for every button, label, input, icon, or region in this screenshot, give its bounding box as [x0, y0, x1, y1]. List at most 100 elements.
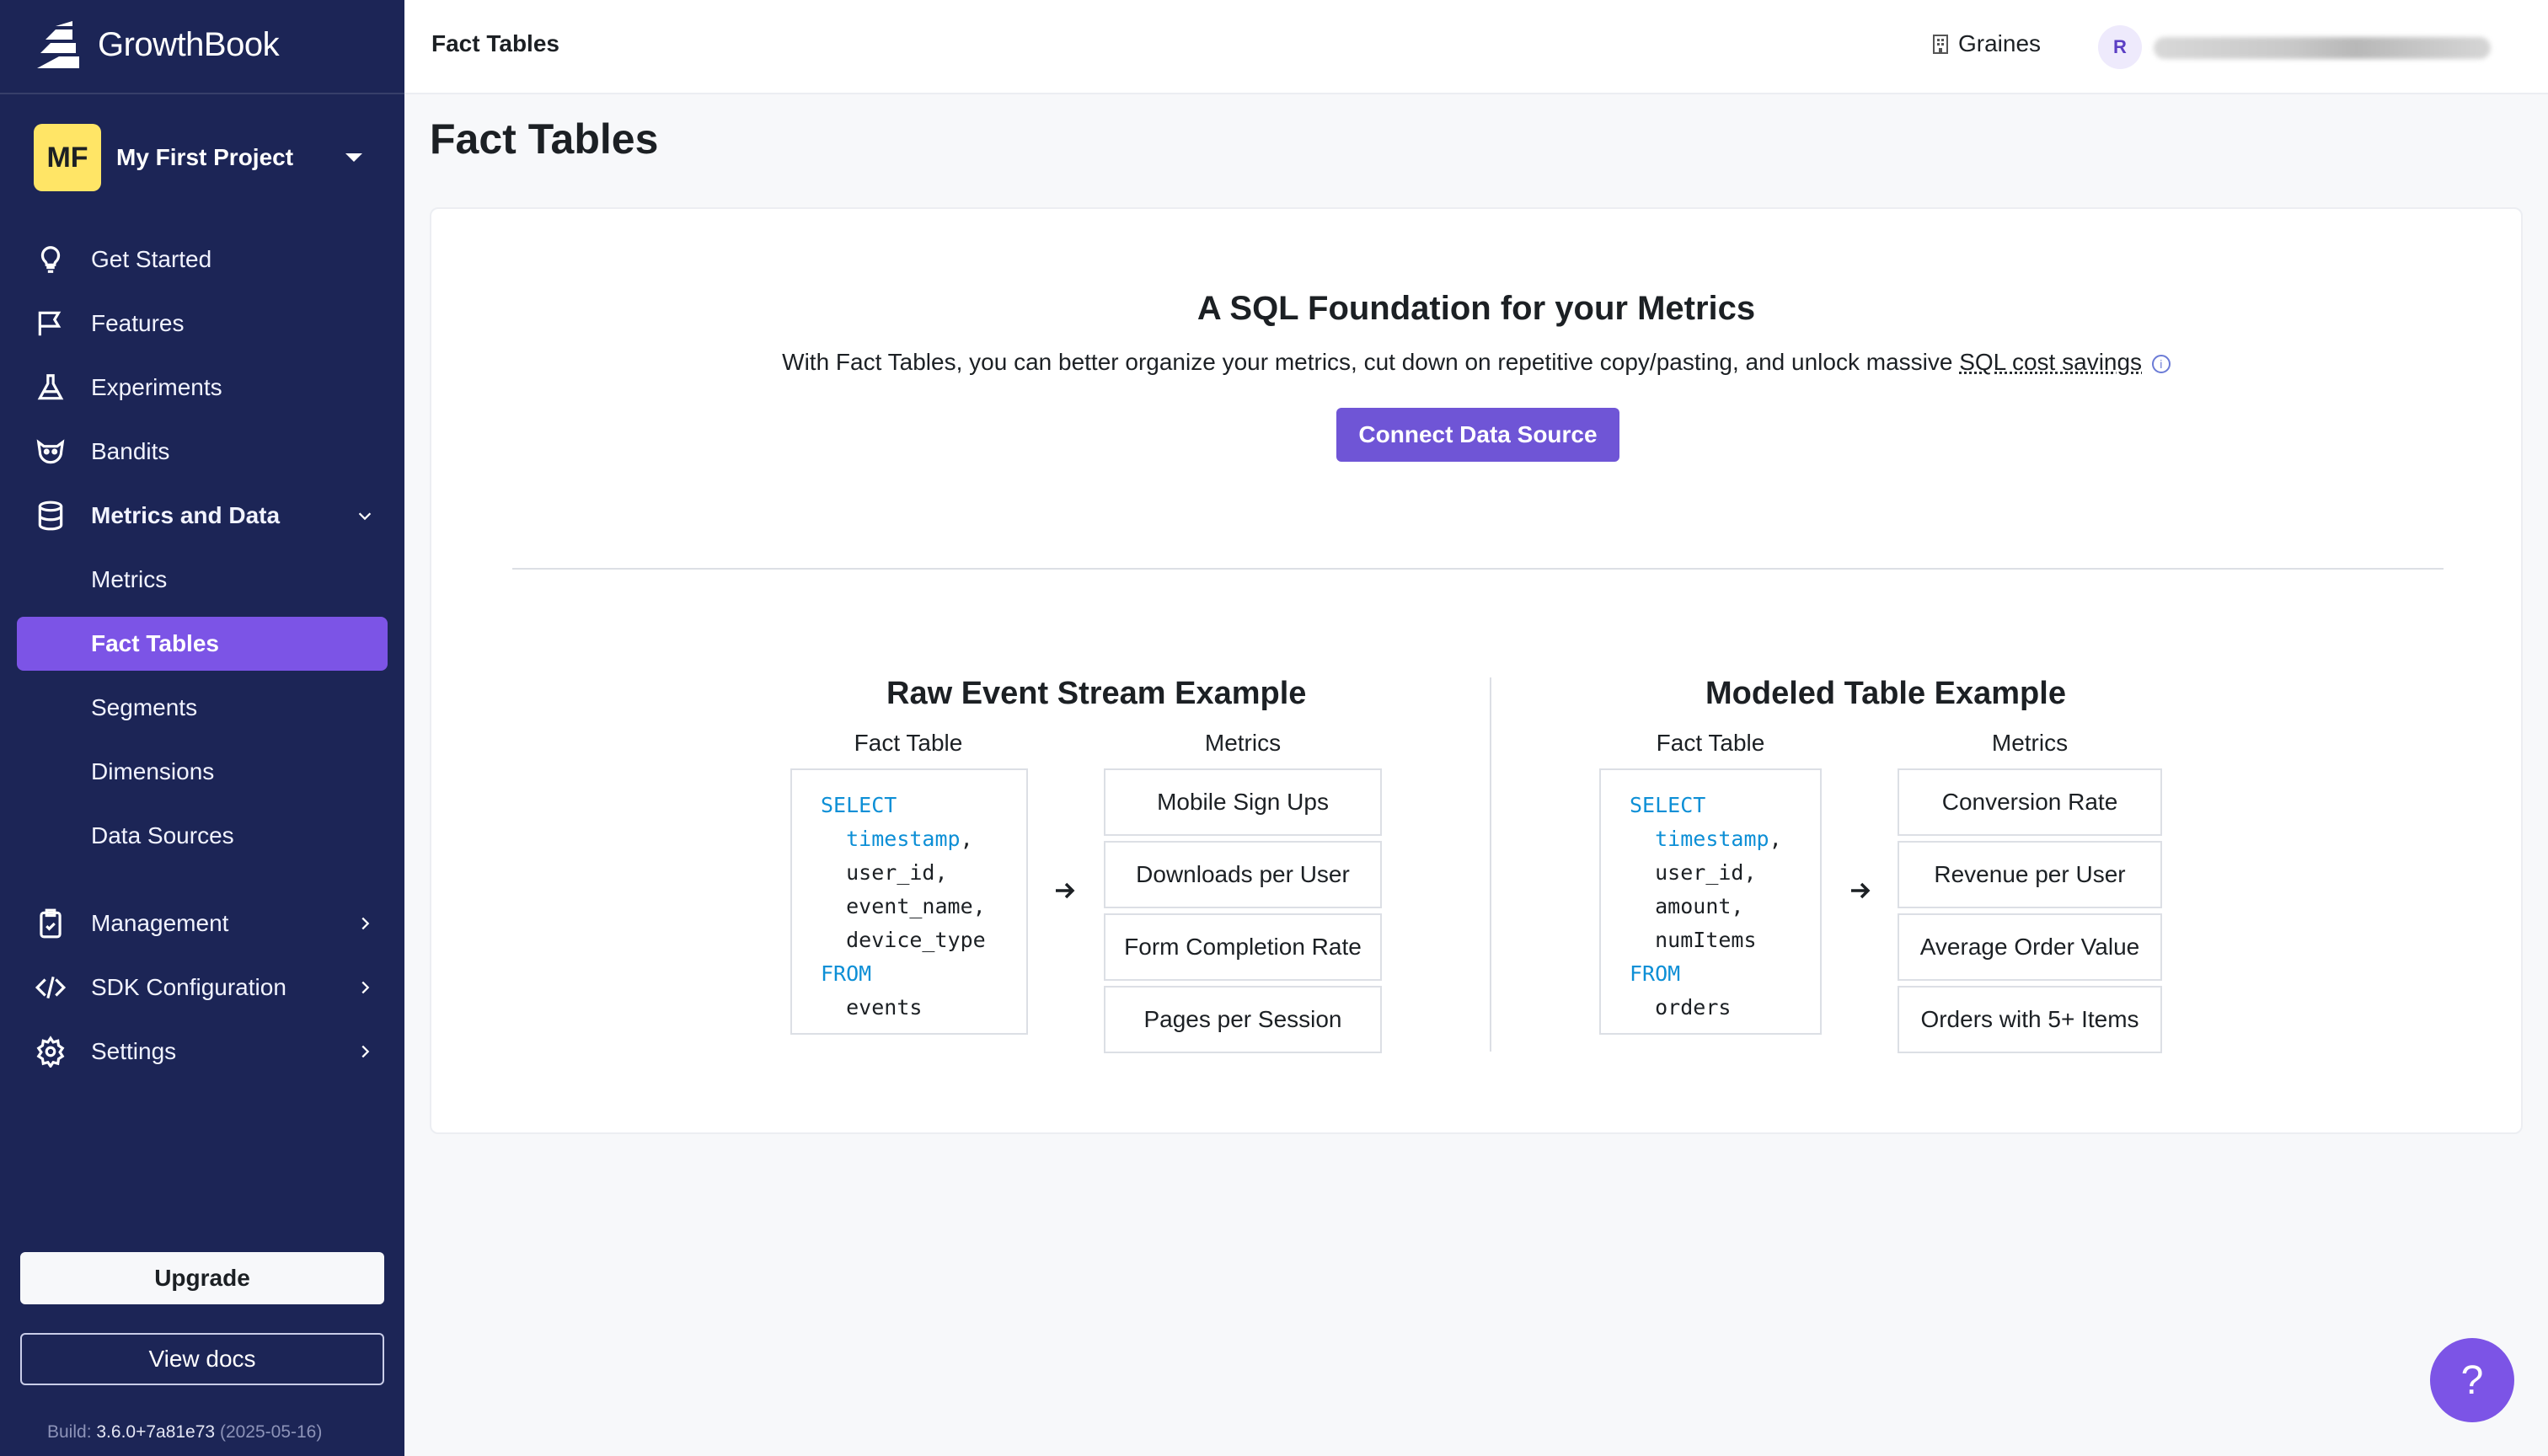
sidebar-item-label: Metrics and Data	[91, 502, 281, 528]
brand[interactable]: GrowthBook	[34, 15, 280, 74]
sql-field: timestamp	[1655, 827, 1769, 851]
build-version: 3.6.0+7a81e73	[96, 1422, 216, 1442]
chevron-down-icon	[356, 506, 374, 525]
metric-item: Pages per Session	[1104, 986, 1382, 1053]
metric-item: Revenue per User	[1898, 841, 2162, 908]
sidebar-item-metrics-and-data[interactable]: Metrics and Data	[0, 484, 404, 548]
org-name: Graines	[1958, 30, 2042, 56]
sql-field: event_name,	[846, 894, 986, 918]
sql-keyword: FROM	[1630, 961, 1681, 986]
sidebar-item-label: Management	[91, 910, 229, 936]
metric-item: Form Completion Rate	[1104, 913, 1382, 981]
modeled-example-title: Modeled Table Example	[1705, 676, 2066, 711]
hero-text: With Fact Tables, you can better organiz…	[782, 349, 1953, 375]
sidebar-item-get-started[interactable]: Get Started	[0, 228, 404, 292]
sidebar: GrowthBook MF My First Project Get Start…	[0, 0, 404, 1456]
arrow-right-icon	[1851, 882, 1871, 899]
sidebar-item-management[interactable]: Management	[0, 891, 404, 956]
build-date: (2025-05-16)	[219, 1422, 323, 1442]
sidebar-item-label: SDK Configuration	[91, 974, 286, 1000]
sql-field: user_id,	[846, 860, 948, 885]
sql-field: device_type	[846, 928, 986, 952]
sql-table: orders	[1655, 995, 1732, 1020]
code-icon	[34, 971, 67, 1004]
page-title: Fact Tables	[430, 115, 659, 163]
org-selector[interactable]: Graines	[1931, 30, 2041, 57]
metric-item: Orders with 5+ Items	[1898, 986, 2162, 1053]
clipboard-check-icon	[34, 907, 67, 940]
examples-divider	[1490, 677, 1491, 1052]
sidebar-item-sdk-configuration[interactable]: SDK Configuration	[0, 956, 404, 1020]
project-avatar: MF	[34, 124, 101, 191]
sql-cost-savings-link[interactable]: SQL cost savings	[1959, 349, 2142, 375]
chevron-right-icon	[356, 978, 374, 997]
section-divider	[512, 568, 2444, 570]
lightbulb-icon	[34, 243, 67, 276]
metric-item: Downloads per User	[1104, 841, 1382, 908]
sidebar-item-fact-tables[interactable]: Fact Tables	[17, 617, 388, 671]
sidebar-item-label: Get Started	[91, 246, 212, 272]
caret-down-icon	[345, 153, 362, 162]
sql-keyword: FROM	[821, 961, 872, 986]
sidebar-nav: Get Started Features Experiments Bandits…	[0, 228, 404, 1084]
sidebar-item-experiments[interactable]: Experiments	[0, 356, 404, 420]
info-icon[interactable]: i	[2151, 354, 2171, 373]
sidebar-item-label: Features	[91, 310, 185, 336]
metric-item: Mobile Sign Ups	[1104, 768, 1382, 836]
raccoon-icon	[34, 435, 67, 468]
modeled-fact-table-label: Fact Table	[1656, 730, 1765, 756]
flask-icon	[34, 371, 67, 404]
brand-name: GrowthBook	[98, 25, 280, 63]
project-selector[interactable]: MF My First Project	[34, 123, 379, 192]
metric-item: Conversion Rate	[1898, 768, 2162, 836]
help-button[interactable]: ?	[2430, 1338, 2514, 1422]
sidebar-item-dimensions[interactable]: Dimensions	[0, 740, 404, 804]
sidebar-item-metrics[interactable]: Metrics	[0, 548, 404, 612]
raw-sql-code: SELECT timestamp, user_id, event_name, d…	[790, 768, 1028, 1035]
sql-field: timestamp	[846, 827, 961, 851]
user-name-redacted	[2154, 37, 2491, 59]
arrow-right-icon	[1056, 882, 1075, 899]
sql-field: user_id,	[1655, 860, 1757, 885]
growthbook-logo-icon	[37, 21, 79, 68]
building-icon	[1933, 35, 1948, 54]
sql-field: amount,	[1655, 894, 1744, 918]
modeled-sql-code: SELECT timestamp, user_id, amount, numIt…	[1599, 768, 1822, 1035]
chevron-right-icon	[356, 1042, 374, 1061]
sidebar-item-label: Settings	[91, 1038, 177, 1064]
raw-metrics-label: Metrics	[1204, 730, 1282, 756]
database-icon	[34, 499, 67, 533]
sidebar-item-features[interactable]: Features	[0, 292, 404, 356]
connect-data-source-button[interactable]: Connect Data Source	[1336, 408, 1619, 462]
project-name: My First Project	[116, 144, 294, 170]
sidebar-item-settings[interactable]: Settings	[0, 1020, 404, 1084]
sidebar-divider	[0, 93, 404, 94]
fact-tables-empty-state-card: A SQL Foundation for your Metrics With F…	[430, 207, 2523, 1134]
raw-fact-table-label: Fact Table	[854, 730, 963, 756]
breadcrumb: Fact Tables	[431, 30, 559, 56]
sql-field: numItems	[1655, 928, 1757, 952]
upgrade-button[interactable]: Upgrade	[20, 1252, 384, 1304]
sidebar-item-label: Bandits	[91, 438, 170, 464]
top-bar: Fact Tables Graines R	[404, 0, 2548, 94]
sql-keyword: SELECT	[1630, 793, 1706, 817]
modeled-metrics-label: Metrics	[1991, 730, 2069, 756]
sidebar-item-bandits[interactable]: Bandits	[0, 420, 404, 484]
sidebar-item-label: Experiments	[91, 374, 222, 400]
build-label: Build:	[47, 1422, 92, 1442]
sql-table: events	[846, 995, 923, 1020]
raw-example-title: Raw Event Stream Example	[886, 676, 1307, 711]
view-docs-button[interactable]: View docs	[20, 1333, 384, 1385]
gear-icon	[34, 1035, 67, 1068]
chevron-right-icon	[356, 914, 374, 933]
sql-keyword: SELECT	[821, 793, 897, 817]
sidebar-item-data-sources[interactable]: Data Sources	[0, 804, 404, 868]
sidebar-item-segments[interactable]: Segments	[0, 676, 404, 740]
flag-icon	[34, 307, 67, 340]
metric-item: Average Order Value	[1898, 913, 2162, 981]
hero-title: A SQL Foundation for your Metrics	[1196, 290, 1756, 327]
avatar[interactable]: R	[2098, 25, 2142, 69]
build-info: Build: 3.6.0+7a81e73 (2025-05-16)	[47, 1422, 322, 1443]
hero-description: With Fact Tables, you can better organiz…	[431, 349, 2521, 376]
